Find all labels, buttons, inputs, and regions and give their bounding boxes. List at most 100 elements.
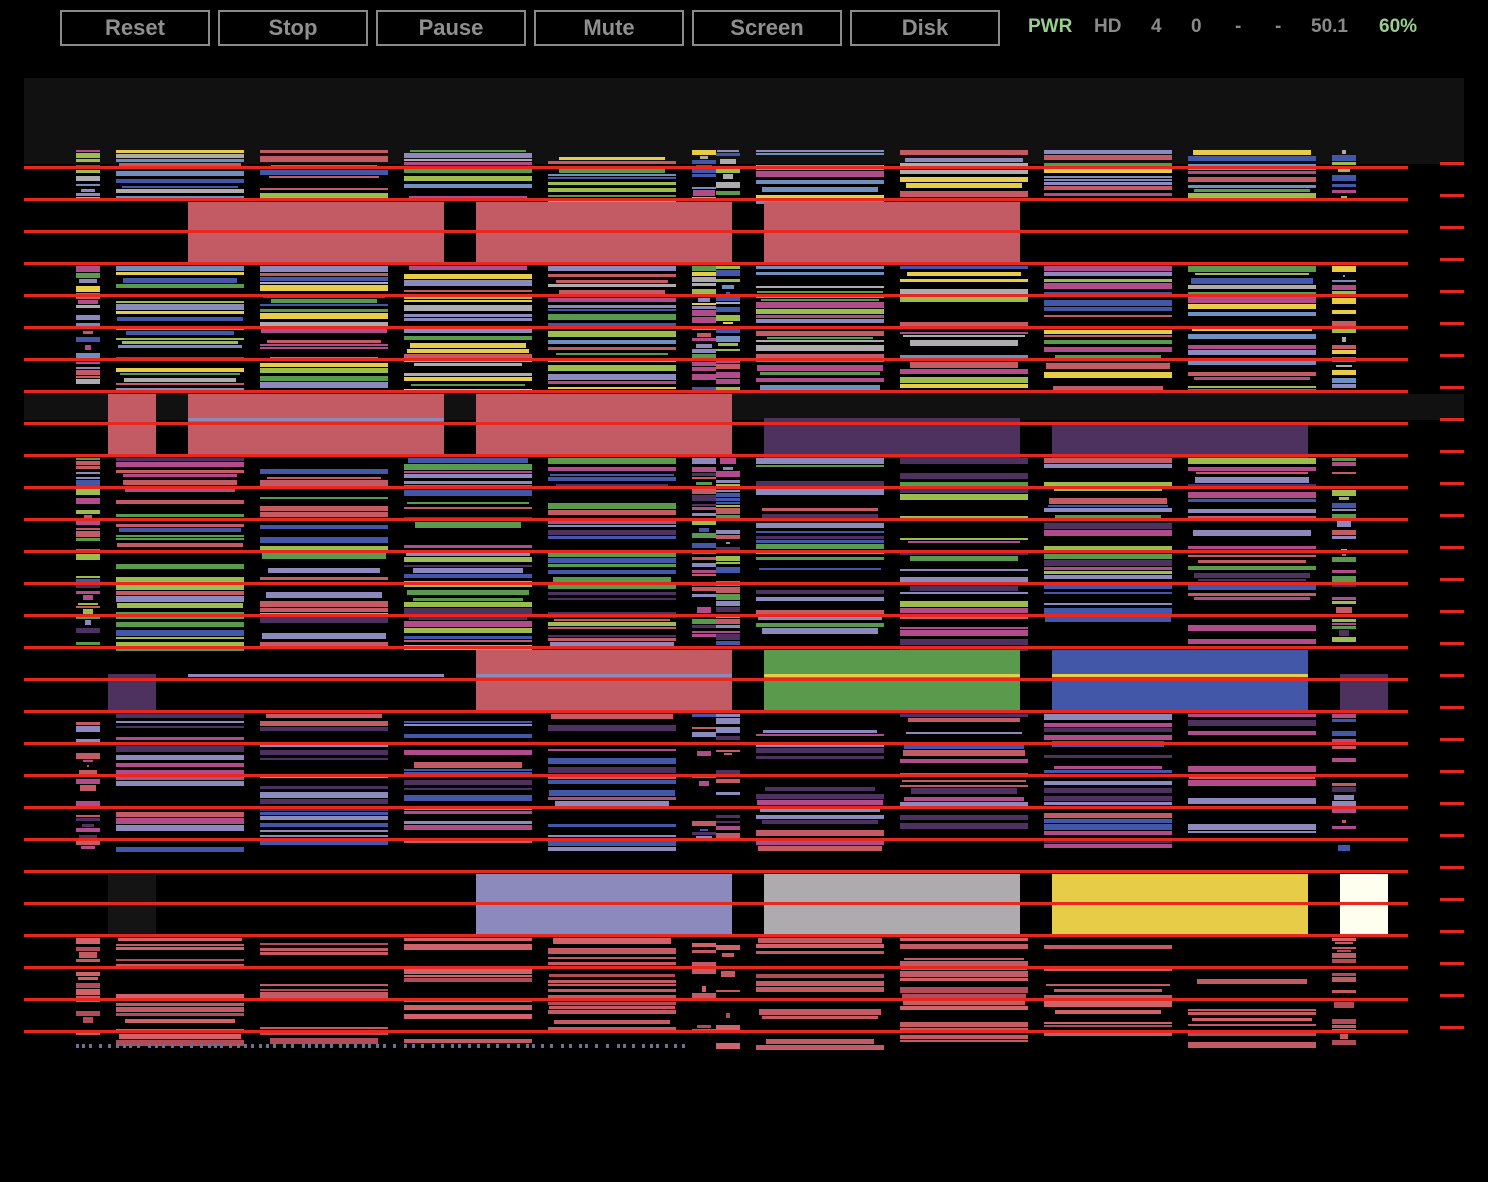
stripe <box>407 502 529 504</box>
stripe <box>76 959 100 962</box>
stripe <box>407 590 529 595</box>
disk-button[interactable]: Disk <box>850 10 1000 46</box>
stripe <box>1044 155 1172 160</box>
stripe <box>404 821 532 824</box>
stripe <box>1044 770 1172 773</box>
stripe <box>116 1007 244 1012</box>
scanline <box>24 998 1408 1001</box>
stripe <box>900 978 1028 981</box>
stripe <box>1332 626 1356 629</box>
stripe <box>1342 150 1346 154</box>
scanline-tick <box>1440 770 1464 773</box>
stripe <box>1334 795 1354 800</box>
stripe <box>548 525 676 527</box>
stripe-dot <box>393 1044 396 1048</box>
stripe-dot <box>585 1044 588 1048</box>
status-field-a: - <box>1235 16 1242 37</box>
stripe <box>906 183 1022 188</box>
stripe <box>716 821 740 823</box>
stripe <box>692 594 716 597</box>
stripe-dot <box>526 1044 529 1048</box>
stripe <box>696 344 712 348</box>
stripe <box>116 726 244 728</box>
stripe <box>548 530 676 535</box>
stripe <box>116 1003 244 1006</box>
stripe <box>116 847 244 852</box>
stripe <box>1332 370 1356 375</box>
stripe <box>404 336 532 340</box>
mute-button[interactable]: Mute <box>534 10 684 46</box>
stripe <box>692 504 716 506</box>
status-field-b: - <box>1275 16 1282 37</box>
stripe <box>260 282 388 284</box>
stripe <box>759 1009 881 1015</box>
stripe <box>1332 285 1356 290</box>
stripe <box>548 161 676 164</box>
stripe <box>1044 482 1172 486</box>
stripe <box>76 722 100 725</box>
stripe <box>900 971 1028 977</box>
stripe <box>756 481 884 486</box>
stripe <box>76 628 100 633</box>
stripe <box>1044 723 1172 727</box>
stripe <box>900 608 1028 613</box>
stripe <box>116 311 244 314</box>
stripe <box>1332 623 1356 625</box>
screen-button[interactable]: Screen <box>692 10 842 46</box>
stripe <box>1044 788 1172 793</box>
stripe <box>559 157 665 160</box>
stripe <box>1332 509 1356 511</box>
stripe <box>260 812 388 815</box>
stripe <box>1335 942 1353 944</box>
stripe <box>126 331 234 335</box>
stripe <box>548 274 676 277</box>
stripe <box>76 472 100 474</box>
stripe-dot <box>214 1044 217 1048</box>
stripe <box>76 353 100 358</box>
stripe <box>404 811 532 814</box>
emulator-screen[interactable] <box>24 78 1464 1078</box>
stripe <box>404 474 532 478</box>
stripe <box>548 635 676 637</box>
stripe <box>1332 350 1356 354</box>
stripe <box>699 781 709 786</box>
stripe <box>404 162 532 165</box>
stripe <box>1332 514 1356 518</box>
stripe <box>116 538 244 540</box>
stripe <box>900 714 1028 717</box>
stripe <box>692 727 716 729</box>
stripe-dot <box>623 1044 626 1048</box>
stripe <box>692 993 716 998</box>
stripe <box>692 473 716 476</box>
stripe <box>726 542 730 544</box>
stripe-dot <box>308 1044 311 1048</box>
stripe <box>692 367 716 371</box>
stripe <box>716 718 740 724</box>
stripe <box>692 543 716 548</box>
scanline-tick <box>1440 354 1464 357</box>
stripe <box>900 279 1028 282</box>
stripe <box>78 603 98 605</box>
stripe <box>404 1005 532 1010</box>
stripe <box>260 989 388 991</box>
stripe <box>85 620 91 625</box>
stripe <box>692 563 716 567</box>
stripe <box>548 638 676 641</box>
stripe <box>554 1020 670 1024</box>
stripe <box>260 170 388 175</box>
stripe-dot <box>259 1044 262 1048</box>
scanline-tick <box>1440 994 1464 997</box>
stripe <box>76 379 100 384</box>
stripe <box>1044 571 1172 574</box>
stripe <box>404 176 532 181</box>
reset-button[interactable]: Reset <box>60 10 210 46</box>
stripe <box>548 767 676 773</box>
stripe <box>548 510 676 515</box>
stop-button[interactable]: Stop <box>218 10 368 46</box>
stripe <box>76 815 100 817</box>
stripe <box>404 507 532 509</box>
stripe <box>1054 989 1162 992</box>
stripe <box>1044 182 1172 185</box>
pause-button[interactable]: Pause <box>376 10 526 46</box>
stripe <box>716 833 740 838</box>
